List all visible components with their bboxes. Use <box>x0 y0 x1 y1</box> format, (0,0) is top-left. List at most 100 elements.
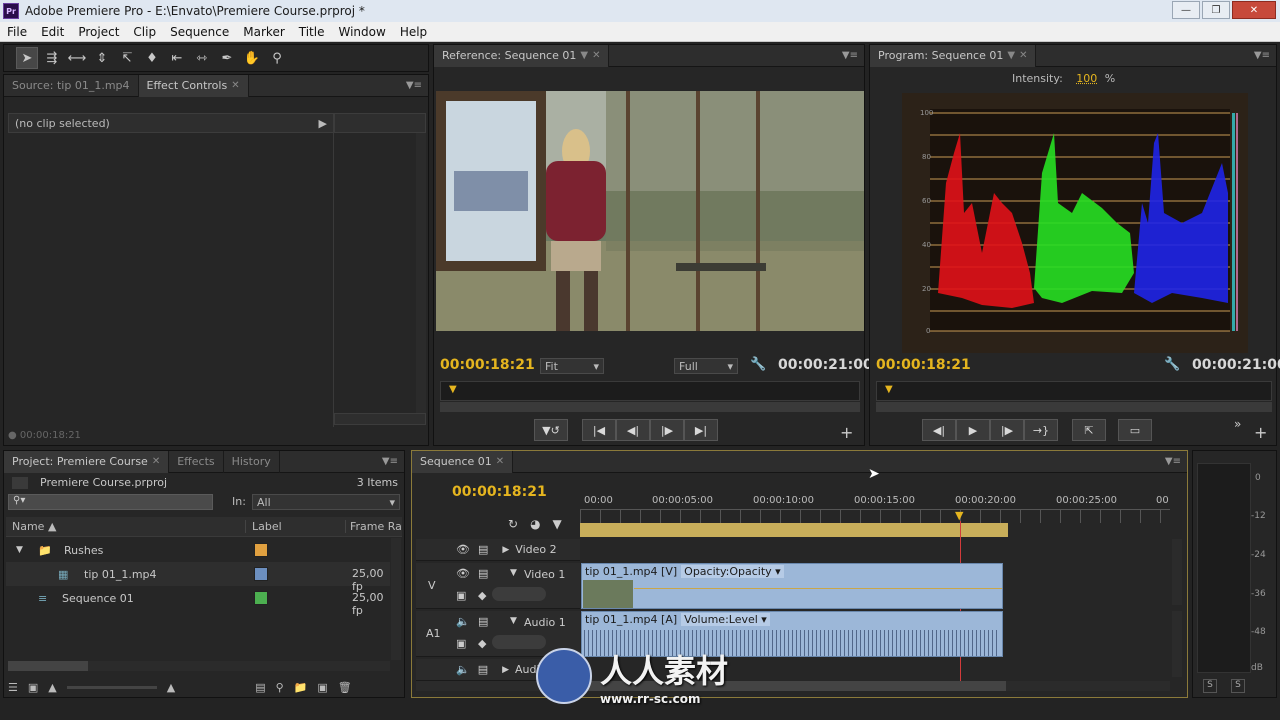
speaker-icon[interactable]: 🔈 <box>456 615 470 628</box>
tab-program-monitor[interactable]: Program: Sequence 01 ▼ ✕ <box>870 44 1037 67</box>
menu-help[interactable]: Help <box>393 25 434 39</box>
minimize-button[interactable]: — <box>1172 1 1200 19</box>
display-style-icon[interactable]: ▣ <box>456 589 466 602</box>
zoom-scrollbar[interactable] <box>876 402 1272 412</box>
speaker-icon[interactable]: 🔈 <box>456 663 470 676</box>
keyframe-icon[interactable]: ◆ <box>478 637 486 650</box>
list-item[interactable]: ▦ tip 01_1.mp4 25,00 fp <box>6 562 390 593</box>
program-current-timecode[interactable]: 00:00:18:21 <box>876 357 971 373</box>
solo-left-button[interactable]: S <box>1203 679 1217 693</box>
wrench-icon[interactable]: 🔧 <box>1164 357 1180 372</box>
solo-right-button[interactable]: S <box>1231 679 1245 693</box>
lock-track-icon[interactable]: ▤ <box>478 615 488 628</box>
tab-history[interactable]: History <box>224 450 280 473</box>
expand-track-icon[interactable]: ▶ <box>502 665 509 675</box>
track-select-tool-icon[interactable]: ⇶ <box>41 47 63 69</box>
zoom-level-dropdown[interactable]: Fit ▾ <box>540 358 604 374</box>
panel-menu-icon[interactable]: ▼≡ <box>1254 50 1270 61</box>
razor-tool-icon[interactable]: ♦ <box>141 47 163 69</box>
close-tab-icon[interactable]: ✕ <box>592 50 600 61</box>
keyframe-scrollbar[interactable] <box>334 413 426 425</box>
hand-tool-icon[interactable]: ✋ <box>241 47 263 69</box>
pen-tool-icon[interactable]: ✒ <box>216 47 238 69</box>
menu-window[interactable]: Window <box>331 25 392 39</box>
rate-stretch-tool-icon[interactable]: ↸ <box>116 47 138 69</box>
tab-reference-monitor[interactable]: Reference: Sequence 01 ▼ ✕ <box>434 44 610 67</box>
playhead-icon[interactable]: ▼ <box>449 384 457 395</box>
lock-track-icon[interactable]: ▤ <box>478 567 488 580</box>
opacity-rubber-band[interactable] <box>634 588 1002 589</box>
snap-icon[interactable]: ↻ <box>508 517 518 531</box>
trash-icon[interactable]: 🗑 <box>338 681 352 694</box>
go-to-next-edit-button[interactable]: →} <box>1024 419 1058 441</box>
expand-track-icon[interactable]: ▶ <box>502 545 509 555</box>
close-tab-icon[interactable]: ✕ <box>1019 50 1027 61</box>
close-tab-icon[interactable]: ✕ <box>231 80 239 91</box>
keyframe-icon[interactable]: ◆ <box>478 589 486 602</box>
gang-to-program-button[interactable]: ▼↺ <box>534 419 568 441</box>
menu-title[interactable]: Title <box>292 25 332 39</box>
timeline-zoom-scrollbar[interactable] <box>416 681 1170 691</box>
panel-menu-icon[interactable]: ▼≡ <box>406 80 422 91</box>
column-frame-rate[interactable]: Frame Rat <box>346 520 402 533</box>
close-window-button[interactable]: ✕ <box>1232 1 1276 19</box>
display-style-icon[interactable]: ▣ <box>456 637 466 650</box>
menu-edit[interactable]: Edit <box>34 25 71 39</box>
export-frame-button[interactable]: ⇱ <box>1072 419 1106 441</box>
menu-sequence[interactable]: Sequence <box>163 25 236 39</box>
tab-project[interactable]: Project: Premiere Course ✕ <box>4 450 170 473</box>
list-view-icon[interactable]: ☰ <box>8 681 18 694</box>
rolling-edit-tool-icon[interactable]: ⇕ <box>91 47 113 69</box>
restore-button[interactable]: ❐ <box>1202 1 1230 19</box>
label-color-swatch[interactable] <box>254 543 268 557</box>
automate-to-sequence-icon[interactable]: ▤ <box>255 681 265 694</box>
playhead-icon[interactable]: ▼ <box>885 384 893 395</box>
zoom-tool-icon[interactable]: ⚲ <box>266 47 288 69</box>
track-video-1[interactable]: V 👁 ▤ ▼ Video 1 ▣ ◆ <box>416 563 580 609</box>
go-to-in-button[interactable]: |◀ <box>582 419 616 441</box>
time-ruler[interactable]: 00:00 00:00:05:00 00:00:10:00 00:00:15:0… <box>580 491 1170 509</box>
linked-selection-icon[interactable]: ◕ <box>530 517 540 531</box>
panel-menu-icon[interactable]: ▼≡ <box>382 456 398 467</box>
step-back-button[interactable]: ◀| <box>922 419 956 441</box>
program-time-ruler[interactable]: ▼ <box>876 381 1272 401</box>
selection-tool-icon[interactable]: ➤ <box>16 47 38 69</box>
video-scrollbar[interactable] <box>1172 539 1182 605</box>
new-bin-icon[interactable]: 📁 <box>294 681 308 694</box>
reference-current-timecode[interactable]: 00:00:18:21 <box>440 357 535 373</box>
tab-effects[interactable]: Effects <box>169 450 224 473</box>
lock-track-icon[interactable]: ▤ <box>478 663 488 676</box>
disclosure-triangle-icon[interactable]: ▼ <box>6 545 26 555</box>
menu-file[interactable]: File <box>0 25 34 39</box>
panel-menu-icon[interactable]: ▼≡ <box>1165 456 1181 467</box>
lock-track-icon[interactable]: ▤ <box>478 543 488 556</box>
list-item[interactable]: ≡ Sequence 01 25,00 fp <box>6 586 390 617</box>
audio-scrollbar[interactable] <box>1172 611 1182 677</box>
ripple-edit-tool-icon[interactable]: ⟷ <box>66 47 88 69</box>
add-marker-icon[interactable]: ▼ <box>553 517 562 531</box>
volume-dropdown[interactable]: Volume:Level ▾ <box>681 613 770 626</box>
tab-effect-controls[interactable]: Effect Controls ✕ <box>138 74 249 97</box>
label-color-swatch[interactable] <box>254 591 268 605</box>
timeline-current-timecode[interactable]: 00:00:18:21 <box>452 484 547 500</box>
add-button-icon[interactable]: + <box>840 423 853 442</box>
find-icon[interactable]: ⚲ <box>276 681 284 694</box>
work-area-bar[interactable] <box>580 523 1008 537</box>
eye-icon[interactable]: 👁 <box>456 567 470 580</box>
tab-dropdown-icon[interactable]: ▼ <box>1007 50 1015 61</box>
tab-source[interactable]: Source: tip 01_1.mp4 <box>4 74 139 97</box>
add-button-icon[interactable]: + <box>1254 423 1267 442</box>
close-tab-icon[interactable]: ✕ <box>496 456 504 467</box>
intensity-value[interactable]: 100 <box>1076 72 1097 85</box>
clip-selector[interactable]: (no clip selected) ▶ <box>8 113 334 133</box>
panel-menu-icon[interactable]: ▼≡ <box>842 50 858 61</box>
zoom-scrollbar[interactable] <box>440 402 860 412</box>
menu-clip[interactable]: Clip <box>126 25 163 39</box>
label-color-swatch[interactable] <box>254 567 268 581</box>
playback-resolution-dropdown[interactable]: Full ▾ <box>674 358 738 374</box>
safe-margins-button[interactable]: ▭ <box>1118 419 1152 441</box>
list-item[interactable]: ▼ 📁 Rushes <box>6 538 390 562</box>
horizontal-scrollbar[interactable] <box>8 661 390 671</box>
reference-time-ruler[interactable]: ▼ <box>440 381 860 401</box>
menu-project[interactable]: Project <box>71 25 126 39</box>
